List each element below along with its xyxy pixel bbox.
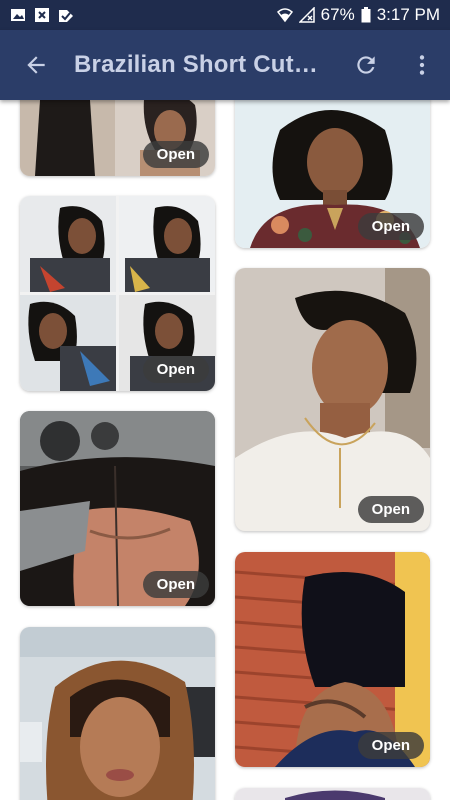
check-send-icon [59, 10, 73, 22]
system-status: 67% 3:17 PM [276, 5, 440, 25]
open-button[interactable]: Open [142, 356, 209, 383]
wifi-icon [276, 8, 293, 23]
refresh-button[interactable] [338, 37, 394, 93]
image-gallery[interactable]: Open Open Open Open Open Open [0, 100, 450, 800]
refresh-icon [357, 56, 375, 74]
more-vert-icon [419, 55, 425, 75]
hairstyle-photo [235, 788, 430, 800]
close-box-icon [35, 8, 49, 22]
battery-icon [361, 7, 371, 23]
hairstyle-photo [235, 268, 430, 531]
hairstyle-photo [20, 627, 215, 800]
back-button[interactable] [8, 37, 64, 93]
gallery-card[interactable]: Open [235, 552, 430, 767]
gallery-card[interactable]: Open [235, 268, 430, 531]
battery-percent: 67% [320, 5, 355, 24]
notification-icons [10, 7, 74, 23]
image-icon [11, 9, 25, 21]
open-button[interactable]: Open [357, 213, 424, 240]
clock: 3:17 PM [376, 5, 440, 24]
gallery-card[interactable]: Open [20, 100, 215, 176]
open-button[interactable]: Open [357, 732, 424, 759]
open-button[interactable]: Open [357, 496, 424, 523]
open-button[interactable]: Open [142, 571, 209, 598]
gallery-card[interactable] [20, 627, 215, 800]
gallery-card[interactable] [235, 788, 430, 800]
arrow-back-icon [27, 56, 45, 74]
app-bar: Brazilian Short Cut… [0, 30, 450, 100]
gallery-card[interactable]: Open [20, 196, 215, 391]
gallery-card[interactable]: Open [235, 100, 430, 248]
open-button[interactable]: Open [142, 141, 209, 168]
status-bar: 67% 3:17 PM [0, 0, 450, 30]
gallery-card[interactable]: Open [20, 411, 215, 606]
signal-icon [298, 7, 315, 23]
overflow-menu-button[interactable] [394, 37, 450, 93]
page-title: Brazilian Short Cut… [74, 51, 319, 78]
